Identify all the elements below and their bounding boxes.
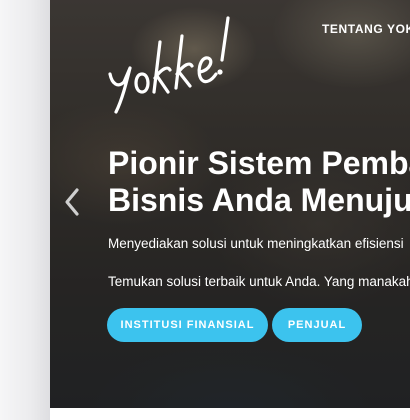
page: TENTANG YOKKE Pionir Sistem Pe xyxy=(0,0,410,420)
hero-banner: TENTANG YOKKE Pionir Sistem Pe xyxy=(50,0,410,408)
hero-title-line2: Bisnis Anda Menuju xyxy=(108,182,410,218)
bottom-strip xyxy=(50,408,410,420)
left-shadow xyxy=(0,0,50,420)
yokke-logo[interactable] xyxy=(104,12,244,122)
hero-subtitle-2: Temukan solusi terbaik untuk Anda. Yang … xyxy=(108,274,410,289)
nav-link-tentang[interactable]: TENTANG YOKKE xyxy=(322,22,410,36)
hero-title: Pionir Sistem Pembayaran Bisnis Anda Men… xyxy=(108,145,410,219)
penjual-button[interactable]: PENJUAL xyxy=(272,308,362,342)
institusi-finansial-button[interactable]: INSTITUSI FINANSIAL xyxy=(107,308,268,342)
hero-title-line1: Pionir Sistem Pembayaran xyxy=(108,145,410,181)
chevron-left-icon[interactable] xyxy=(62,186,82,218)
hero-subtitle: Menyediakan solusi untuk meningkatkan ef… xyxy=(108,236,404,251)
